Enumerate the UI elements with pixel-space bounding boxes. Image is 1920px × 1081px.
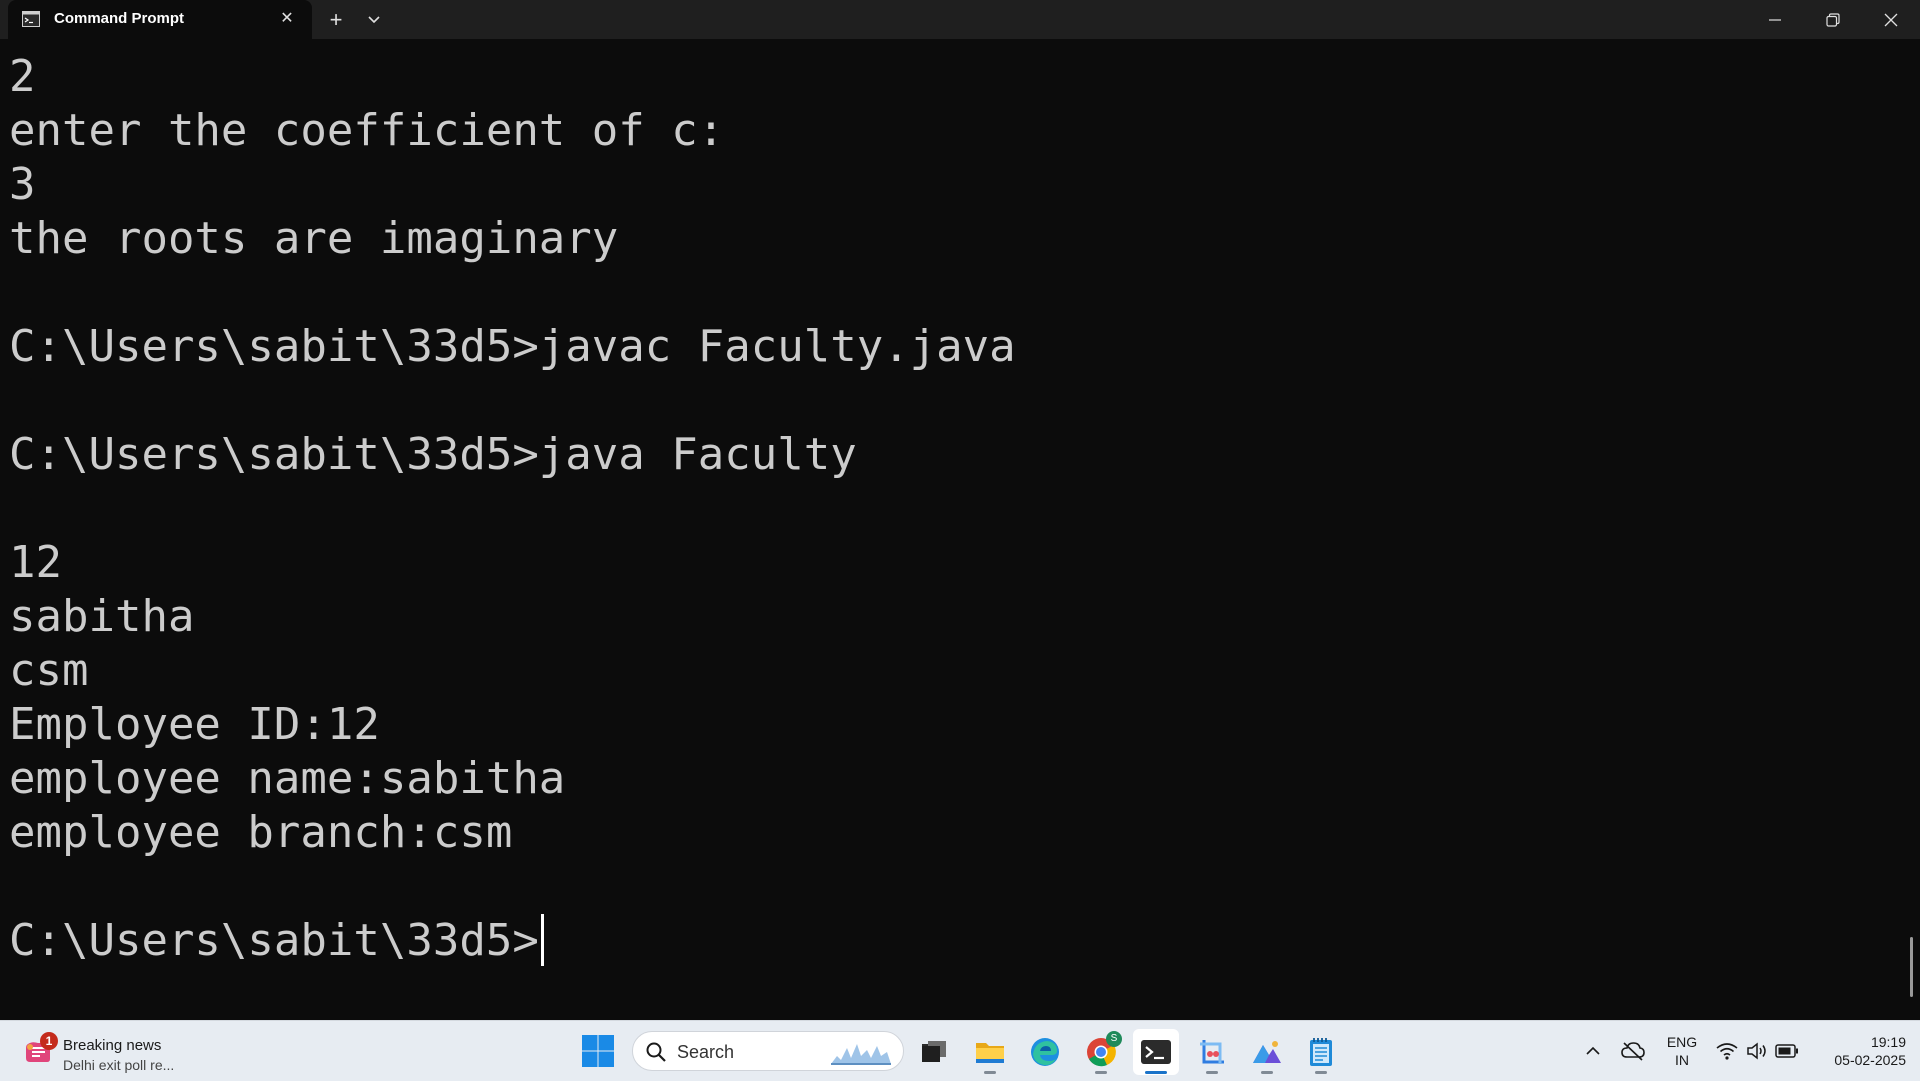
scrollbar-thumb[interactable] — [1910, 937, 1913, 997]
taskbar: 1 Breaking news Delhi exit poll re... Se… — [0, 1020, 1920, 1081]
volume-icon — [1747, 1042, 1766, 1060]
terminal-line: 3 — [9, 159, 36, 210]
taskbar-task-view[interactable] — [911, 1029, 957, 1075]
terminal-line: C:\Users\sabit\33d5>java Faculty — [9, 429, 857, 480]
taskbar-snipping-tool[interactable] — [1189, 1029, 1235, 1075]
restore-icon — [1826, 12, 1840, 27]
clock-date: 05-02-2025 — [1834, 1052, 1906, 1068]
title-bar: Command Prompt ✕ + — [0, 0, 1920, 39]
wifi-status[interactable] — [1712, 1021, 1742, 1081]
search-highlight-illustration-icon — [831, 1044, 891, 1065]
terminal-icon — [1141, 1040, 1171, 1064]
terminal-line: employee name:sabitha — [9, 753, 566, 804]
text-cursor — [540, 914, 544, 966]
news-widget[interactable]: 1 Breaking news Delhi exit poll re... — [18, 1027, 238, 1075]
task-view-icon — [922, 1041, 946, 1062]
active-indicator — [1145, 1071, 1167, 1074]
show-hidden-icons-button[interactable] — [1578, 1021, 1608, 1081]
new-tab-button[interactable]: + — [322, 6, 350, 34]
tab-title: Command Prompt — [54, 10, 185, 27]
minimize-button[interactable] — [1746, 0, 1804, 39]
running-indicator — [1261, 1071, 1273, 1074]
close-icon — [1884, 13, 1898, 26]
edge-icon — [1031, 1038, 1059, 1066]
scrollbar[interactable] — [1909, 39, 1915, 1020]
clock[interactable]: 19:19 05-02-2025 — [1810, 1033, 1906, 1069]
search-placeholder: Search — [677, 1042, 735, 1062]
search-bar[interactable]: Search — [632, 1031, 904, 1071]
close-window-button[interactable] — [1862, 0, 1920, 39]
taskbar-edge[interactable] — [1022, 1029, 1068, 1075]
terminal-line: employee branch:csm — [9, 807, 513, 858]
restore-button[interactable] — [1804, 0, 1862, 39]
region-code: IN — [1675, 1052, 1689, 1068]
volume-status[interactable] — [1742, 1021, 1772, 1081]
tab-command-prompt[interactable]: Command Prompt ✕ — [8, 0, 312, 39]
minimize-icon — [1769, 18, 1781, 21]
terminal-prompt: C:\Users\sabit\33d5> — [9, 915, 539, 966]
clock-time: 19:19 — [1870, 1034, 1906, 1050]
terminal-lines: 2 enter the coefficient of c: 3 the root… — [9, 50, 1016, 968]
onedrive-status[interactable] — [1618, 1021, 1648, 1081]
news-badge: 1 — [40, 1032, 58, 1050]
tab-close-icon[interactable]: ✕ — [276, 8, 298, 30]
terminal-line: csm — [9, 645, 89, 696]
battery-icon — [1775, 1044, 1798, 1058]
start-windows-icon[interactable] — [580, 1033, 616, 1069]
photos-icon — [1253, 1041, 1281, 1063]
battery-status[interactable] — [1772, 1021, 1802, 1081]
wifi-icon — [1716, 1043, 1738, 1060]
terminal-output[interactable]: 2 enter the coefficient of c: 3 the root… — [0, 39, 1920, 1020]
running-indicator — [1315, 1071, 1327, 1074]
taskbar-terminal[interactable] — [1133, 1029, 1179, 1075]
command-prompt-icon — [22, 11, 40, 27]
terminal-line: C:\Users\sabit\33d5>javac Faculty.java — [9, 321, 1016, 372]
file-explorer-icon — [976, 1043, 1004, 1063]
chevron-up-icon — [1586, 1046, 1600, 1055]
snipping-tool-icon — [1200, 1040, 1224, 1064]
terminal-line: the roots are imaginary — [9, 213, 619, 264]
taskbar-notepad[interactable] — [1298, 1029, 1344, 1075]
running-indicator — [1206, 1071, 1218, 1074]
tab-dropdown-button[interactable] — [360, 6, 388, 34]
taskbar-photos[interactable] — [1244, 1029, 1290, 1075]
language-code: ENG — [1666, 1034, 1698, 1050]
notepad-icon — [1310, 1038, 1332, 1066]
chrome-profile-badge: S — [1106, 1031, 1122, 1047]
chevron-down-icon — [368, 16, 380, 24]
news-title: Breaking news — [63, 1037, 162, 1054]
running-indicator — [1095, 1071, 1107, 1074]
terminal-line: enter the coefficient of c: — [9, 105, 725, 156]
taskbar-file-explorer[interactable] — [967, 1029, 1013, 1075]
search-icon — [646, 1042, 666, 1062]
cloud-offline-icon — [1621, 1042, 1645, 1061]
terminal-prompt-line[interactable]: C:\Users\sabit\33d5> — [9, 914, 1016, 968]
terminal-line: Employee ID:12 — [9, 699, 380, 750]
terminal-line: 12 — [9, 537, 62, 588]
language-indicator[interactable]: ENG IN — [1660, 1033, 1704, 1069]
terminal-line: 2 — [9, 51, 36, 102]
taskbar-chrome[interactable]: S — [1078, 1029, 1124, 1075]
running-indicator — [984, 1071, 996, 1074]
terminal-line: sabitha — [9, 591, 195, 642]
news-subtitle: Delhi exit poll re... — [63, 1057, 175, 1073]
